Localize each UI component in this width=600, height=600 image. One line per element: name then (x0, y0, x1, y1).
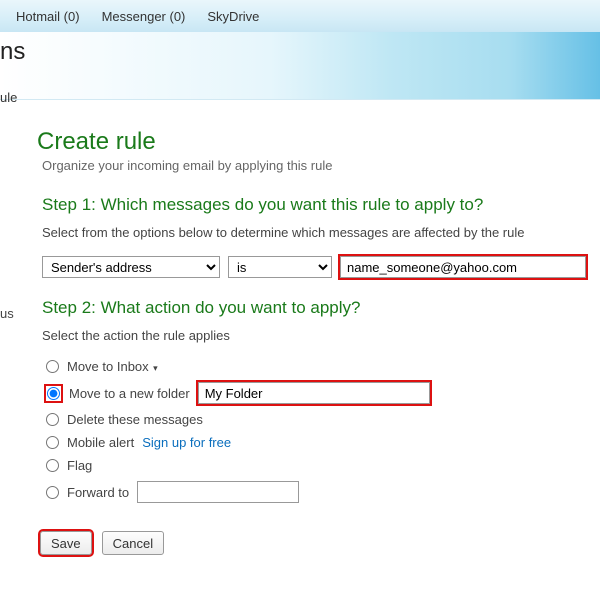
step2-heading: Step 2: What action do you want to apply… (42, 298, 600, 318)
field-select[interactable]: Sender's address (42, 256, 220, 278)
radio-move-new-folder[interactable] (47, 387, 60, 400)
label-forward-to: Forward to (67, 485, 129, 500)
folder-name-input[interactable] (198, 382, 430, 404)
header-band: ns ule (0, 32, 600, 100)
cancel-button[interactable]: Cancel (102, 531, 164, 555)
signup-link[interactable]: Sign up for free (142, 435, 231, 450)
radio-mobile-alert[interactable] (46, 436, 59, 449)
radio-move-inbox[interactable] (46, 360, 59, 373)
radio-forward-to[interactable] (46, 486, 59, 499)
step1-instruction: Select from the options below to determi… (42, 225, 600, 240)
action-move-inbox[interactable]: Move to Inbox ▾ (46, 359, 600, 374)
label-flag: Flag (67, 458, 92, 473)
label-move-new-folder: Move to a new folder (69, 386, 190, 401)
page-title: Create rule (37, 128, 600, 156)
save-button[interactable]: Save (40, 531, 92, 555)
condition-row: Sender's address is (42, 256, 600, 278)
label-delete: Delete these messages (67, 412, 203, 427)
address-input[interactable] (340, 256, 586, 278)
radio-flag[interactable] (46, 459, 59, 472)
action-delete[interactable]: Delete these messages (46, 412, 600, 427)
action-flag[interactable]: Flag (46, 458, 600, 473)
top-nav: Hotmail (0) Messenger (0) SkyDrive (0, 0, 600, 32)
nav-hotmail[interactable]: Hotmail (0) (16, 9, 80, 24)
step2-instruction: Select the action the rule applies (42, 328, 600, 343)
forward-address-input[interactable] (137, 481, 299, 503)
header-title-fragment: ns (0, 38, 600, 66)
caret-down-icon: ▾ (151, 363, 158, 373)
step1-heading: Step 1: Which messages do you want this … (42, 195, 600, 215)
label-mobile-alert: Mobile alert (67, 435, 134, 450)
content: Create rule Organize your incoming email… (0, 100, 600, 555)
action-forward-to: Forward to (46, 481, 600, 503)
action-move-new-folder: Move to a new folder (46, 382, 600, 404)
action-list: Move to Inbox ▾ Move to a new folder Del… (46, 359, 600, 503)
operator-select[interactable]: is (228, 256, 332, 278)
label-move-inbox: Move to Inbox ▾ (67, 359, 158, 374)
radio-delete[interactable] (46, 413, 59, 426)
button-row: Save Cancel (40, 531, 600, 555)
page-hint: Organize your incoming email by applying… (42, 158, 600, 173)
action-mobile-alert: Mobile alert Sign up for free (46, 435, 600, 450)
nav-messenger[interactable]: Messenger (0) (102, 9, 186, 24)
nav-skydrive[interactable]: SkyDrive (207, 9, 259, 24)
